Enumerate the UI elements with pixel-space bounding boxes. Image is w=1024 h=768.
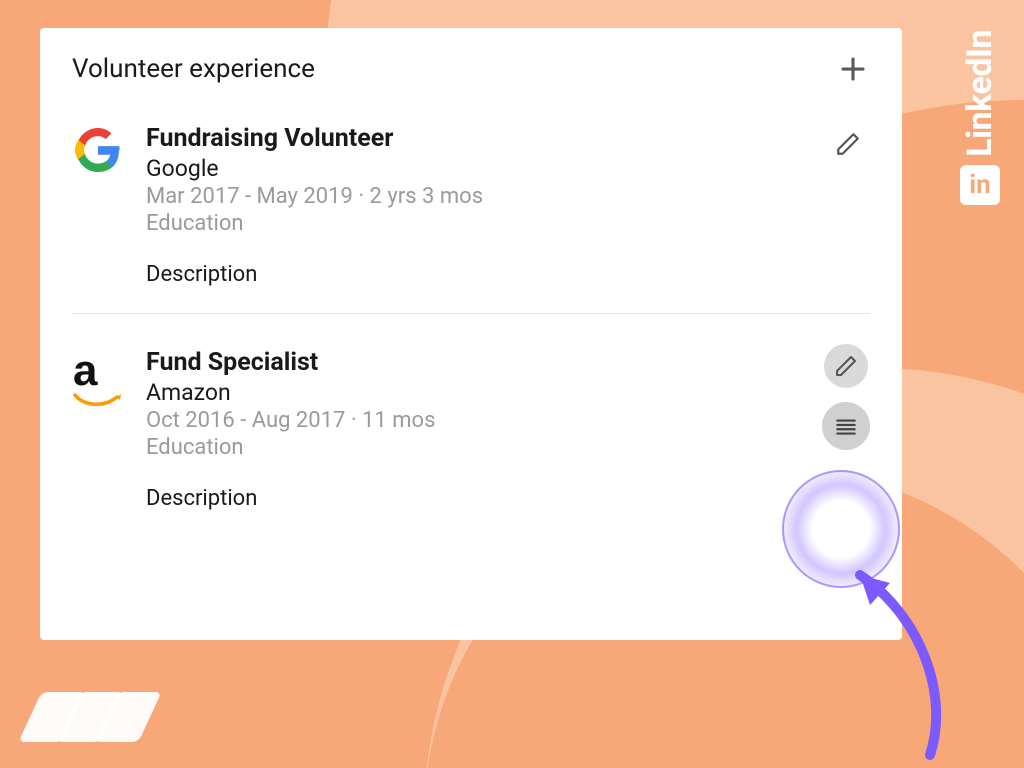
description: Description [146,262,870,287]
description: Description [146,486,870,511]
volunteer-experience-card: Volunteer experience Fundraising Volunte… [40,28,902,640]
entry-actions [822,344,870,450]
pencil-icon [834,354,858,378]
entry-actions [826,122,870,166]
pencil-icon [835,131,861,157]
role-title: Fundraising Volunteer [146,124,870,153]
edit-entry-button[interactable] [824,344,868,388]
date-range: Mar 2017 - May 2019 · 2 yrs 3 mos [146,184,870,209]
role-title: Fund Specialist [146,348,870,377]
plus-icon [838,54,868,84]
section-title: Volunteer experience [72,54,315,84]
decorative-hatch [30,692,144,742]
org-logo-amazon: a [72,348,124,400]
org-logo-google [72,124,124,176]
section-header: Volunteer experience [72,52,870,86]
linkedin-brand: LinkedIn in [960,30,1000,205]
reorder-entries-button[interactable] [822,402,870,450]
volunteer-entry: Fundraising Volunteer Google Mar 2017 - … [72,116,870,313]
organization-name: Amazon [146,379,870,406]
edit-entry-button[interactable] [826,122,870,166]
cause: Education [146,435,870,460]
entry-body: Fund Specialist Amazon Oct 2016 - Aug 20… [146,348,870,511]
volunteer-entry: a Fund Specialist Amazon Oct 2016 - Aug … [72,313,870,537]
entry-body: Fundraising Volunteer Google Mar 2017 - … [146,124,870,287]
reorder-lines-icon [833,413,859,439]
linkedin-wordmark: LinkedIn [960,30,1000,157]
organization-name: Google [146,155,870,182]
date-range: Oct 2016 - Aug 2017 · 11 mos [146,408,870,433]
cause: Education [146,211,870,236]
linkedin-logo-icon: in [960,165,1000,205]
add-experience-button[interactable] [836,52,870,86]
